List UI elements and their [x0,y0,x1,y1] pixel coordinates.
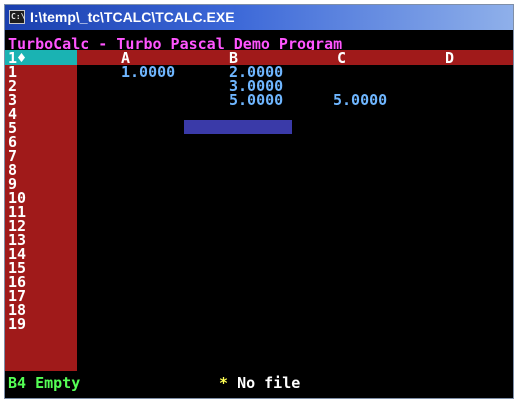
cell-cursor-b4[interactable] [184,120,292,134]
cell-c3[interactable]: 5.0000 [333,93,387,108]
modified-star-icon: * [219,374,229,392]
console-window: C:\ I:\temp\_tc\TCALC\TCALC.EXE TurboCal… [4,4,514,399]
title-bar[interactable]: C:\ I:\temp\_tc\TCALC\TCALC.EXE [5,5,513,30]
column-header-d[interactable]: D [445,51,454,66]
row-header-19[interactable]: 19 [8,317,26,332]
window-title: I:\temp\_tc\TCALC\TCALC.EXE [30,9,235,25]
command-prompt-icon[interactable]: C:\ [9,10,25,24]
status-cell-info: B4 Empty [8,374,81,392]
status-file-label: No file [237,374,301,392]
status-file: * No file [219,374,301,392]
cell-a1[interactable]: 1.0000 [121,65,175,80]
column-header-c[interactable]: C [337,51,346,66]
command-prompt-icon-glyph: C:\ [11,12,26,21]
program-title: TurboCalc - Turbo Pascal Demo Program [8,35,343,53]
cell-b3[interactable]: 5.0000 [229,93,283,108]
